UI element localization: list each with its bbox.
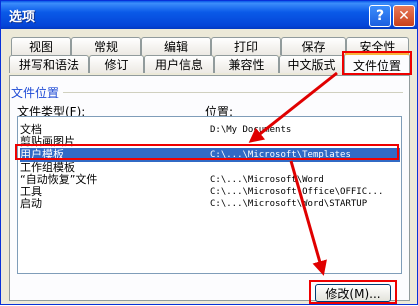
options-dialog: 选项 ? ✕ 视图 常规 编辑 打印 保存 安全性 拼写和语法 修订 用户信息 …: [0, 0, 418, 305]
arrow-to-row: [248, 71, 338, 143]
annotation-arrows: [248, 71, 338, 276]
arrow-to-button: [289, 160, 327, 276]
